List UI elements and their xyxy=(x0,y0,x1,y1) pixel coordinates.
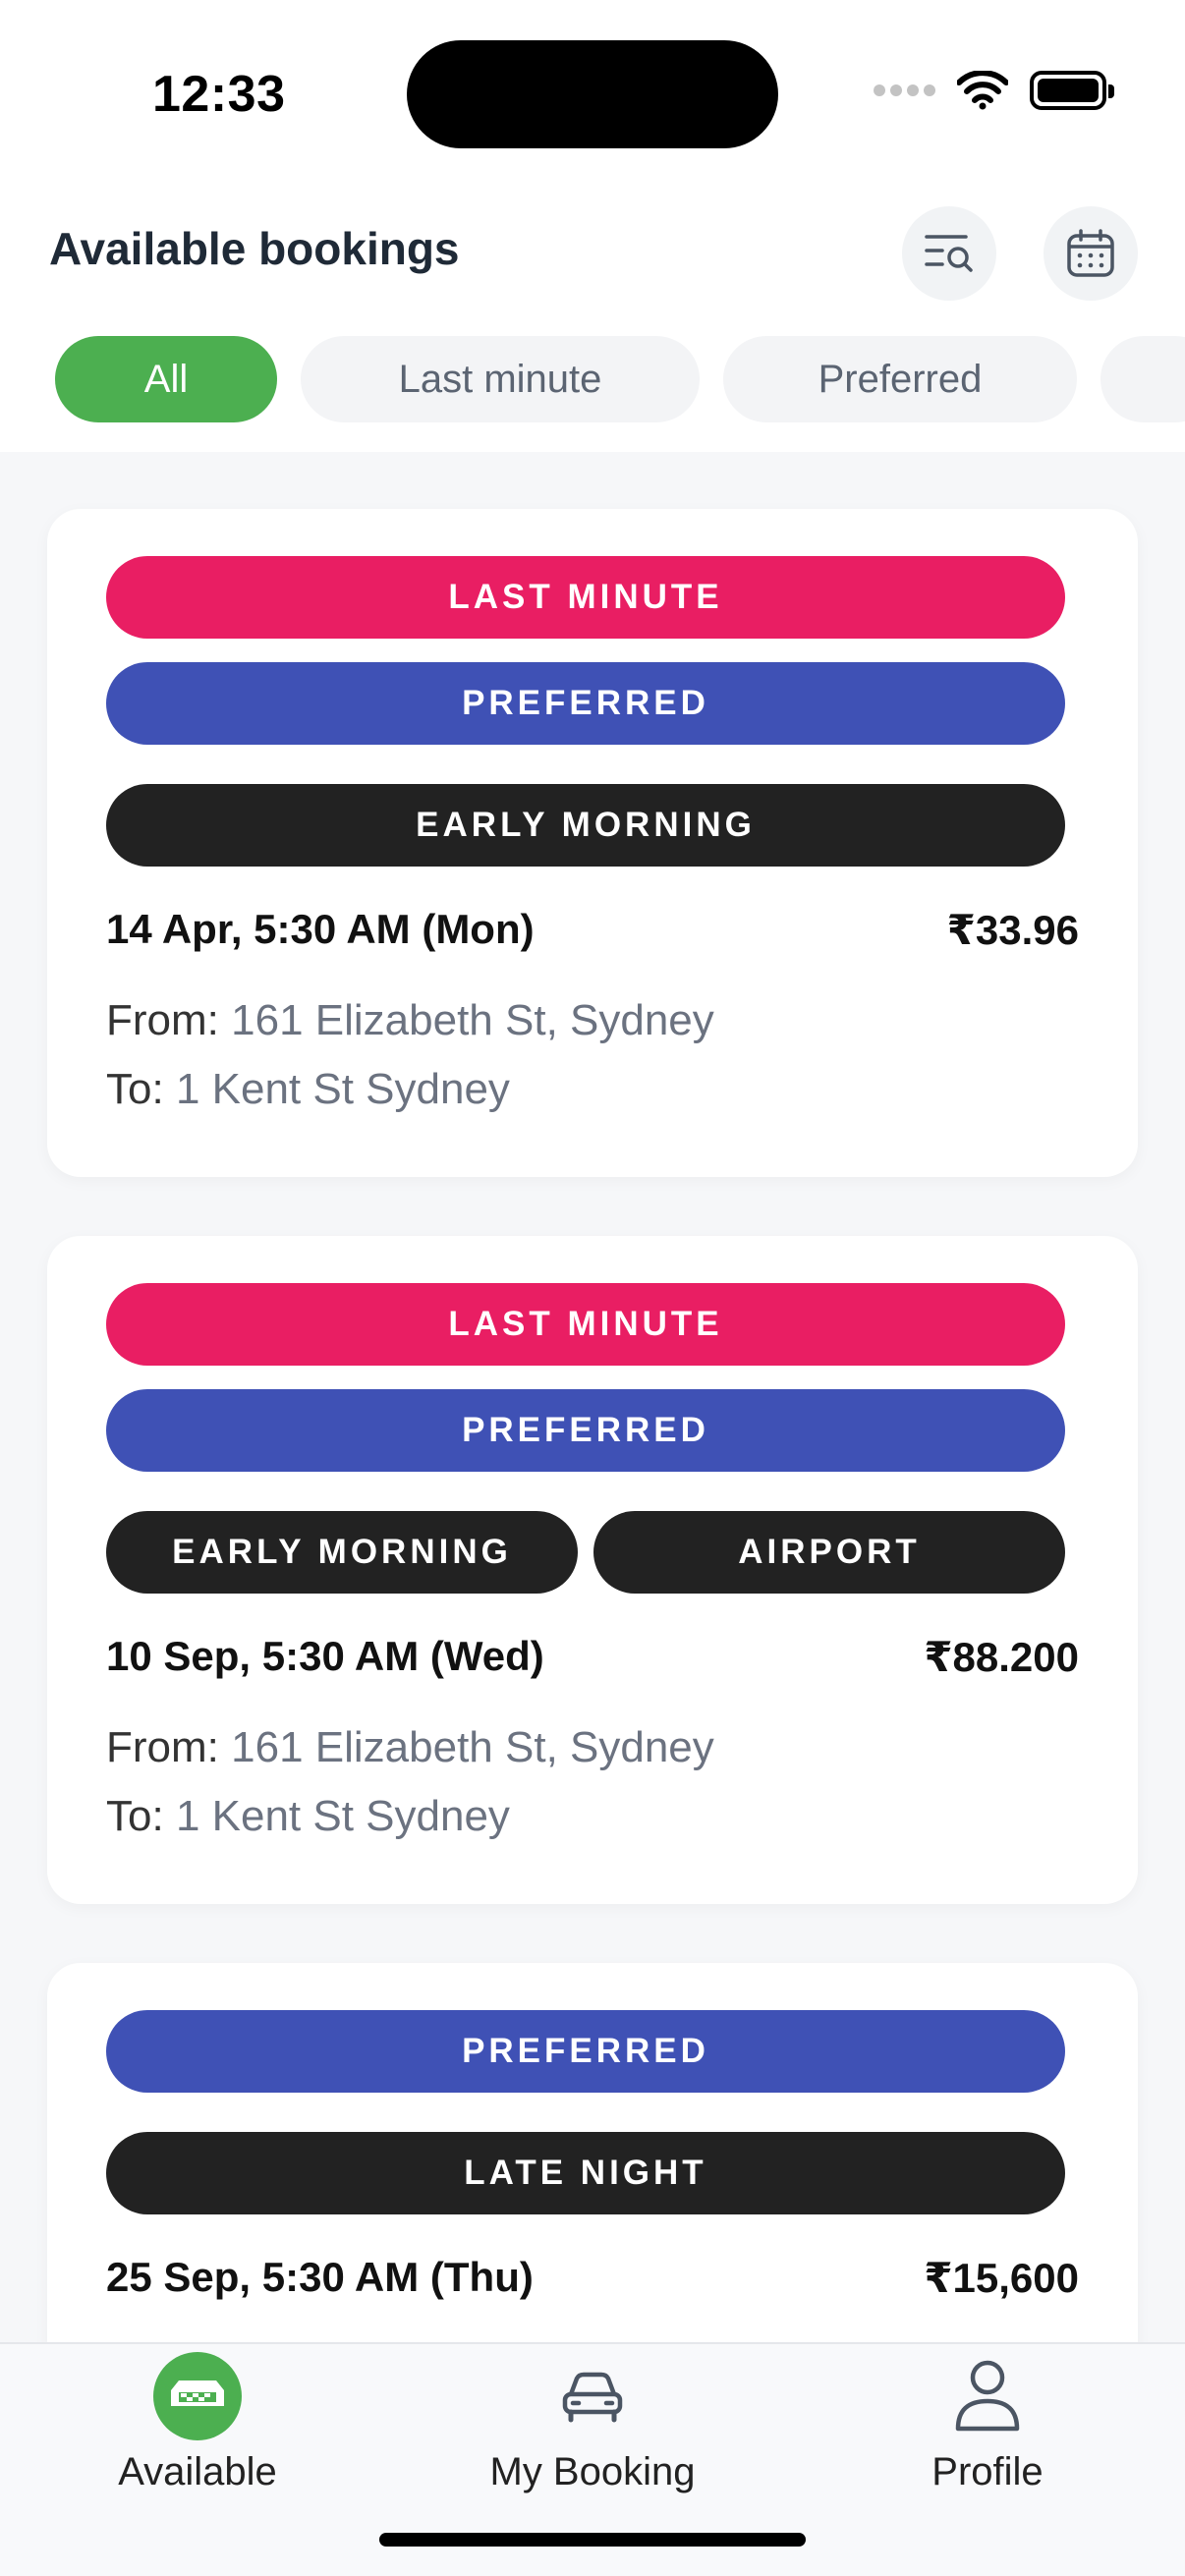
search-list-icon xyxy=(925,235,973,272)
booking-price: ₹15,600 xyxy=(924,2255,1079,2301)
to-label: To: xyxy=(106,1792,164,1840)
tag-last-minute: LAST MINUTE xyxy=(106,556,1065,639)
nav-label-available: Available xyxy=(118,2450,277,2493)
filter-chip-last-minute[interactable]: Last minute xyxy=(301,336,700,422)
tag-late-night: LATE NIGHT xyxy=(106,2132,1065,2214)
filter-chip-more[interactable] xyxy=(1100,336,1185,422)
tag-preferred: PREFERRED xyxy=(106,1389,1065,1472)
nav-item-my-booking[interactable]: My Booking xyxy=(395,2344,790,2541)
to-address: To: 1 Kent St Sydney xyxy=(106,1065,510,1114)
booking-card[interactable]: LAST MINUTE PREFERRED EARLY MORNING AIRP… xyxy=(47,1236,1138,1904)
filter-chips: All Last minute Preferred xyxy=(55,336,1185,422)
booking-price: ₹88.200 xyxy=(924,1634,1079,1680)
taxi-icon xyxy=(153,2352,242,2440)
filter-chip-all[interactable]: All xyxy=(55,336,277,422)
top-area: 12:33 Available bookings All Last minute… xyxy=(0,0,1185,452)
from-address: From: 161 Elizabeth St, Sydney xyxy=(106,1723,714,1772)
battery-icon xyxy=(1030,71,1114,110)
search-list-button[interactable] xyxy=(902,206,996,301)
calendar-icon xyxy=(1067,229,1114,277)
profile-icon xyxy=(943,2352,1032,2440)
to-value: 1 Kent St Sydney xyxy=(175,1065,510,1113)
from-label: From: xyxy=(106,1723,219,1771)
booking-card[interactable]: LAST MINUTE PREFERRED EARLY MORNING 14 A… xyxy=(47,509,1138,1177)
nav-label-my-booking: My Booking xyxy=(489,2450,696,2493)
filter-chip-preferred[interactable]: Preferred xyxy=(723,336,1077,422)
car-icon xyxy=(548,2352,637,2440)
status-icons xyxy=(874,71,1114,110)
tag-early-morning: EARLY MORNING xyxy=(106,1511,578,1594)
screen: 12:33 Available bookings All Last minute… xyxy=(0,0,1185,2576)
tag-preferred: PREFERRED xyxy=(106,662,1065,745)
from-address: From: 161 Elizabeth St, Sydney xyxy=(106,996,714,1045)
tag-preferred: PREFERRED xyxy=(106,2010,1065,2093)
tag-early-morning: EARLY MORNING xyxy=(106,784,1065,867)
booking-datetime: 25 Sep, 5:30 AM (Thu) xyxy=(106,2254,534,2300)
booking-price: ₹33.96 xyxy=(946,907,1079,953)
status-time: 12:33 xyxy=(152,66,286,123)
from-value: 161 Elizabeth St, Sydney xyxy=(231,996,714,1044)
nav-item-available[interactable]: Available xyxy=(0,2344,395,2541)
cellular-signal-icon xyxy=(874,84,935,96)
tag-last-minute: LAST MINUTE xyxy=(106,1283,1065,1366)
wifi-icon xyxy=(957,71,1008,110)
calendar-button[interactable] xyxy=(1044,206,1138,301)
from-label: From: xyxy=(106,996,219,1044)
booking-datetime: 14 Apr, 5:30 AM (Mon) xyxy=(106,906,535,952)
nav-label-profile: Profile xyxy=(931,2450,1044,2493)
from-value: 161 Elizabeth St, Sydney xyxy=(231,1723,714,1771)
nav-item-profile[interactable]: Profile xyxy=(790,2344,1185,2541)
tag-airport: AIRPORT xyxy=(593,1511,1065,1594)
to-value: 1 Kent St Sydney xyxy=(175,1792,510,1840)
to-address: To: 1 Kent St Sydney xyxy=(106,1792,510,1841)
to-label: To: xyxy=(106,1065,164,1113)
home-indicator xyxy=(379,2533,806,2547)
dynamic-island xyxy=(407,40,778,148)
booking-datetime: 10 Sep, 5:30 AM (Wed) xyxy=(106,1633,544,1679)
page-title: Available bookings xyxy=(49,223,460,274)
